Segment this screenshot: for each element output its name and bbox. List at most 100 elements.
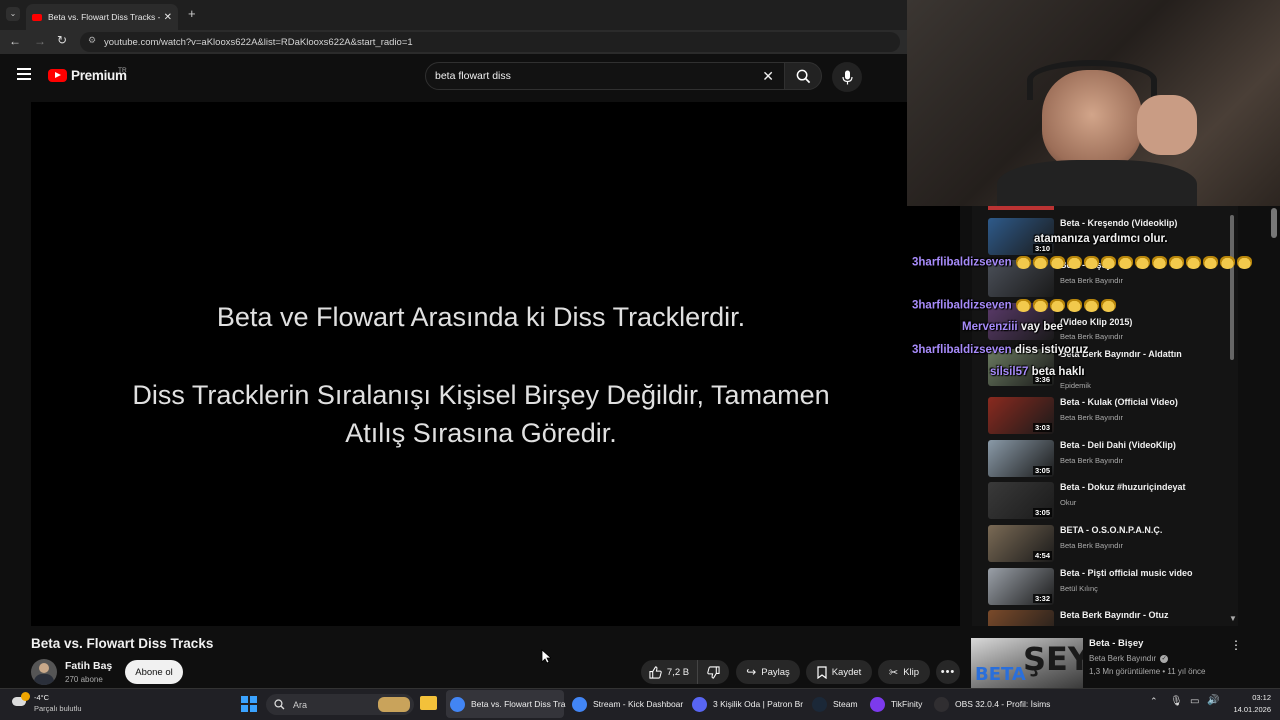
suggestion-meta: 1,3 Mn görüntüleme • 11 yıl önce bbox=[1089, 667, 1206, 676]
clock-date[interactable]: 14.01.2026 bbox=[1223, 705, 1271, 714]
video-text-line-2: Diss Tracklerin Sıralanışı Kişisel Birşe… bbox=[132, 380, 830, 410]
forward-icon[interactable]: → bbox=[34, 34, 46, 48]
taskbar-app[interactable]: TikFinity bbox=[866, 690, 928, 718]
taskbar-app[interactable]: Beta vs. Flowart Diss Tra bbox=[446, 690, 565, 718]
discord-icon bbox=[692, 696, 707, 712]
playlist-item[interactable]: Beta Berk Bayındır - Otuz bbox=[988, 610, 1238, 626]
cat-emote-icon bbox=[1032, 256, 1048, 269]
suggestion-thumbnail[interactable]: BETA ŞEY bbox=[971, 638, 1083, 688]
page-scrollbar[interactable] bbox=[1271, 208, 1277, 238]
chrome-icon bbox=[572, 696, 587, 712]
voice-search-button[interactable] bbox=[832, 62, 862, 92]
playlist-item-channel: Beta Berk Bayındır bbox=[1060, 276, 1123, 285]
save-button[interactable]: Kaydet bbox=[806, 660, 872, 684]
microphone-tray-icon[interactable]: 🎙 bbox=[1170, 696, 1183, 707]
playlist-item[interactable]: 3:03 Beta - Kulak (Official Video) Beta Be… bbox=[988, 397, 1238, 437]
tikfinity-icon bbox=[870, 696, 885, 712]
taskbar-app[interactable]: 3 Kişilik Oda | Patron Br bbox=[688, 690, 806, 718]
youtube-logo[interactable]: Premium bbox=[48, 68, 127, 83]
tray-overflow-icon[interactable]: ⌃ bbox=[1150, 696, 1158, 707]
youtube-play-logo-icon bbox=[48, 69, 67, 82]
chat-message: 3harflibaldizseven bbox=[912, 299, 1117, 312]
streamer-shirt bbox=[997, 160, 1197, 206]
tab-title: Beta vs. Flowart Diss Tracks - Yo bbox=[48, 12, 160, 22]
playlist-item-channel: Beta Berk Bayındır bbox=[1060, 413, 1123, 422]
playlist-item[interactable]: 4:54 BETA - O.S.O.N.P.A.N.Ç. Beta Berk Bay… bbox=[988, 525, 1238, 565]
clock-time[interactable]: 03:12 bbox=[1223, 693, 1271, 702]
playlist-item-channel: Beta Berk Bayındır bbox=[1060, 541, 1123, 550]
playlist-item[interactable]: 3:05 Beta - Dokuz #huzuriçindeyat Okur bbox=[988, 482, 1238, 522]
suggestion-channel: Beta Berk Bayındır bbox=[1089, 654, 1157, 663]
weather-icon[interactable] bbox=[12, 692, 30, 708]
cat-emote-icon bbox=[1100, 256, 1116, 269]
playlist-scroll-down-icon[interactable]: ▼ bbox=[1229, 614, 1237, 623]
tab-close-icon[interactable]: ✕ bbox=[164, 12, 172, 23]
bookmark-icon bbox=[817, 665, 827, 679]
chat-message: 3harflibaldizseven bbox=[912, 256, 1253, 269]
url-text: youtube.com/watch?v=aKlooxs622A&list=RDa… bbox=[104, 36, 413, 48]
tab-search-button[interactable]: ⌄ bbox=[6, 7, 20, 21]
chat-username: 3harflibaldizseven bbox=[912, 344, 1012, 356]
suggestion-title[interactable]: Beta - Bişey bbox=[1089, 638, 1143, 649]
chat-username: 3harflibaldizseven bbox=[912, 256, 1012, 269]
url-field[interactable]: ⚙ youtube.com/watch?v=aKlooxs622A&list=R… bbox=[80, 32, 900, 52]
reload-icon[interactable]: ↻ bbox=[57, 33, 67, 47]
playlist-item[interactable]: 3:05 Beta - Deli Dahi (VideoKlip) Beta Ber… bbox=[988, 440, 1238, 480]
volume-icon[interactable]: 🔊 bbox=[1207, 695, 1219, 706]
search-button[interactable] bbox=[784, 62, 822, 90]
clear-search-icon[interactable]: ✕ bbox=[762, 68, 774, 85]
taskbar-search[interactable]: Ara bbox=[266, 694, 414, 715]
more-icon: ••• bbox=[940, 666, 956, 678]
cat-emote-icon bbox=[1168, 256, 1184, 269]
like-count: 7,2 B bbox=[666, 666, 690, 678]
chat-message: silsil57 beta haklı bbox=[990, 366, 1085, 378]
new-tab-icon[interactable]: + bbox=[188, 6, 196, 21]
cat-emote-icon bbox=[1219, 256, 1235, 269]
cat-emote-icon bbox=[1100, 299, 1116, 312]
back-icon[interactable]: ← bbox=[9, 34, 21, 48]
cat-emote-icon bbox=[1015, 299, 1031, 312]
windows-start-icon[interactable] bbox=[241, 696, 257, 712]
menu-icon[interactable] bbox=[17, 68, 31, 80]
cat-emote-icon bbox=[1066, 299, 1082, 312]
tab-active[interactable]: Beta vs. Flowart Diss Tracks - Yo ✕ bbox=[26, 4, 178, 30]
video-title: Beta vs. Flowart Diss Tracks bbox=[31, 636, 214, 651]
more-actions-button[interactable]: ••• bbox=[936, 660, 960, 684]
channel-avatar[interactable] bbox=[31, 659, 57, 685]
suggestion-menu-icon[interactable]: ⋮ bbox=[1230, 638, 1242, 652]
subscribe-button[interactable]: Abone ol bbox=[125, 660, 183, 684]
taskbar-app[interactable]: OBS 32.0.4 - Profil: İsims bbox=[930, 690, 1050, 718]
dislike-button[interactable] bbox=[697, 660, 729, 684]
clip-button[interactable]: ✂ Klip bbox=[878, 660, 930, 684]
playlist-scrollbar[interactable] bbox=[1230, 215, 1234, 360]
subscriber-count: 270 abone bbox=[65, 675, 103, 684]
verified-icon: ✓ bbox=[1160, 654, 1169, 663]
cat-emote-icon bbox=[1117, 256, 1133, 269]
like-button[interactable]: 7,2 B bbox=[641, 660, 697, 684]
file-explorer-icon[interactable] bbox=[420, 696, 437, 710]
playlist-top-thumb bbox=[988, 206, 1054, 210]
playlist-item[interactable]: 3:32 Beta - Pişti official music video Bet… bbox=[988, 568, 1238, 608]
weather-desc: Parçalı bulutlu bbox=[34, 704, 82, 713]
playlist-item-channel: Epidemik bbox=[1060, 381, 1091, 390]
taskbar-app[interactable]: Stream - Kick Dashboar bbox=[568, 690, 686, 718]
chat-text: diss istiyoruz bbox=[1014, 344, 1089, 356]
chat-username: 3harflibaldizseven bbox=[912, 299, 1012, 312]
youtube-favicon-icon bbox=[32, 13, 42, 21]
thumbnail: 3:32 bbox=[988, 568, 1054, 605]
video-player[interactable] bbox=[31, 102, 960, 626]
chat-text: vay bee bbox=[1020, 321, 1064, 333]
channel-name[interactable]: Fatih Baş bbox=[65, 660, 112, 672]
site-info-icon[interactable]: ⚙ bbox=[88, 35, 96, 46]
cat-emote-icon bbox=[1083, 256, 1099, 269]
share-label: Paylaş bbox=[761, 666, 790, 678]
taskbar-app[interactable]: Steam bbox=[808, 690, 864, 718]
thumbnail: 3:05 bbox=[988, 482, 1054, 519]
search-icon bbox=[796, 69, 810, 83]
playlist-item-channel: Beta Berk Bayındır bbox=[1060, 332, 1123, 341]
network-icon[interactable]: ▭ bbox=[1190, 696, 1199, 707]
cat-emote-icon bbox=[1049, 256, 1065, 269]
search-input[interactable]: beta flowart diss ✕ bbox=[425, 62, 785, 90]
playlist-item-title: Beta - Dokuz #huzuriçindeyat bbox=[1060, 482, 1186, 492]
share-button[interactable]: ↪ Paylaş bbox=[736, 660, 800, 684]
